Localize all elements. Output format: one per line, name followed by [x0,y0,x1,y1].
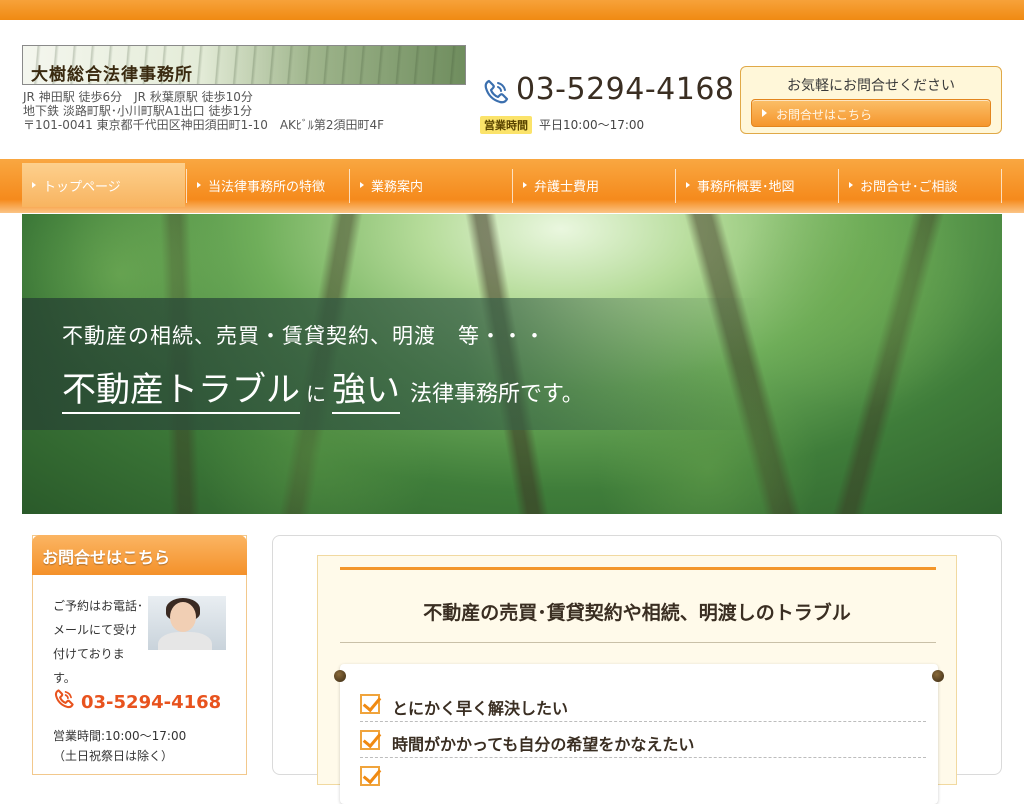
checkbox-checked-icon [360,766,380,786]
sidebar-contact: お問合せはこちら ご予約はお電話･メールにて受け付けております。 03-5294… [32,535,247,775]
access-line: 地下鉄 淡路町駅･小川町駅A1出口 徒歩1分 [23,104,253,118]
hours-badge: 営業時間 [480,116,532,134]
sidebar-hours-note: （土日祝祭日は除く） [53,749,174,763]
hero-headline-rest: 法律事務所です。 [410,382,584,407]
checkbox-checked-icon [360,730,380,750]
nav-item-label: 当法律事務所の特徴 [208,179,326,195]
contact-caption: お気軽にお問合せください [787,78,955,94]
header-contact-box: お気軽にお問合せください お問合せはこちら [740,66,1002,134]
nav-item-office[interactable]: 事務所概要･地図 [676,163,838,207]
access-address: JR 神田駅 徒歩6分 JR 秋葉原駅 徒歩10分 地下鉄 淡路町駅･小川町駅A… [23,90,463,132]
receptionist-photo [148,596,226,650]
top-accent-bar [0,0,1024,20]
hero-banner: 不動産の相続、売買・賃貸契約、明渡 等・・・ 不動産トラブルに強い 法律事務所です… [22,214,1002,514]
nav-item-contact[interactable]: お問合せ･ご相談 [839,163,1001,207]
nav-item-label: 業務案内 [371,179,424,195]
nav-item-top[interactable]: トップページ [22,163,185,207]
section-heading: 不動産の売買･賃貸契約や相続、明渡しのトラブル [423,602,851,624]
logo-text: 大樹総合法律事務所 [31,65,193,85]
hero-subtitle: 不動産の相続、売買・賃貸契約、明渡 等・・・ [62,324,546,348]
sidebar-hours: 営業時間:10:00～17:00 （土日祝祭日は除く） [53,726,186,766]
receptionist-face [170,602,196,632]
business-hours: 平日10:00～17:00 [539,118,645,132]
receptionist-body [158,632,212,650]
sidebar-contact-header[interactable]: お問合せはこちら [32,535,247,575]
nav-item-fees[interactable]: 弁護士費用 [513,163,675,207]
site-logo[interactable]: 大樹総合法律事務所 [22,45,466,85]
checklist-item [360,758,926,794]
triangle-right-icon [762,109,767,117]
nav-item-label: 弁護士費用 [534,179,600,195]
checklist-item-text: とにかく早く解決したい [392,699,569,718]
nav-item-label: トップページ [43,179,121,195]
checklist-card: とにかく早く解決したい 時間がかかっても自分の希望をかなえたい [334,664,944,804]
nav-item-features[interactable]: 当法律事務所の特徴 [187,163,349,207]
sidebar-contact-text: ご予約はお電話･メールにて受け付けております。 [53,599,144,685]
phone-icon [484,79,509,104]
postal-address: 〒101-0041 東京都千代田区神田須田町1-10 AKﾋﾞﾙ第2須田町4F [23,118,385,132]
header-phone-number[interactable]: 03-5294-4168 [516,72,735,107]
contact-button-label: お問合せはこちら [776,108,873,122]
triangle-right-icon [849,182,853,188]
checklist-item: 時間がかかっても自分の希望をかなえたい [360,722,926,758]
checklist-item: とにかく早く解決したい [360,686,926,722]
hero-keyword-strong: 強い [332,370,400,414]
hero-keyword-trouble: 不動産トラブル [62,370,300,414]
hero-headline: 不動産トラブルに強い 法律事務所です。 [62,362,584,414]
heading-divider [340,642,936,643]
sidebar-hours-line: 営業時間:10:00～17:00 [53,729,187,743]
sidebar-phone-number[interactable]: 03-5294-4168 [81,692,221,713]
checklist-item-text: 時間がかかっても自分の希望をかなえたい [392,735,695,754]
contact-button[interactable]: お問合せはこちら [751,99,991,127]
pin-icon [334,670,346,682]
triangle-right-icon [360,182,364,188]
triangle-right-icon [197,182,201,188]
pin-icon [932,670,944,682]
triangle-right-icon [523,182,527,188]
trouble-panel: 不動産の売買･賃貸契約や相続、明渡しのトラブル とにかく早く解決したい 時間がか… [317,555,957,804]
nav-item-label: 事務所概要･地図 [697,179,795,195]
nav-item-services[interactable]: 業務案内 [350,163,512,207]
phone-icon [54,689,74,709]
triangle-right-icon [686,182,690,188]
header-phone: 03-5294-4168 営業時間 平日10:00～17:00 [480,72,734,142]
nav-divider [1001,169,1002,203]
triangle-right-icon [32,182,36,188]
panel-top-rule [340,567,936,570]
main-content: 不動産の売買･賃貸契約や相続、明渡しのトラブル とにかく早く解決したい 時間がか… [272,535,1002,804]
access-line: JR 神田駅 徒歩6分 JR 秋葉原駅 徒歩10分 [23,90,253,104]
sidebar-contact-title: お問合せはこちら [42,548,171,567]
checkbox-checked-icon [360,694,380,714]
main-nav: トップページ 当法律事務所の特徴 業務案内 弁護士費用 事務所概要･地図 お問合… [0,159,1024,213]
hero-particle: に [306,382,326,406]
nav-item-label: お問合せ･ご相談 [860,179,958,195]
